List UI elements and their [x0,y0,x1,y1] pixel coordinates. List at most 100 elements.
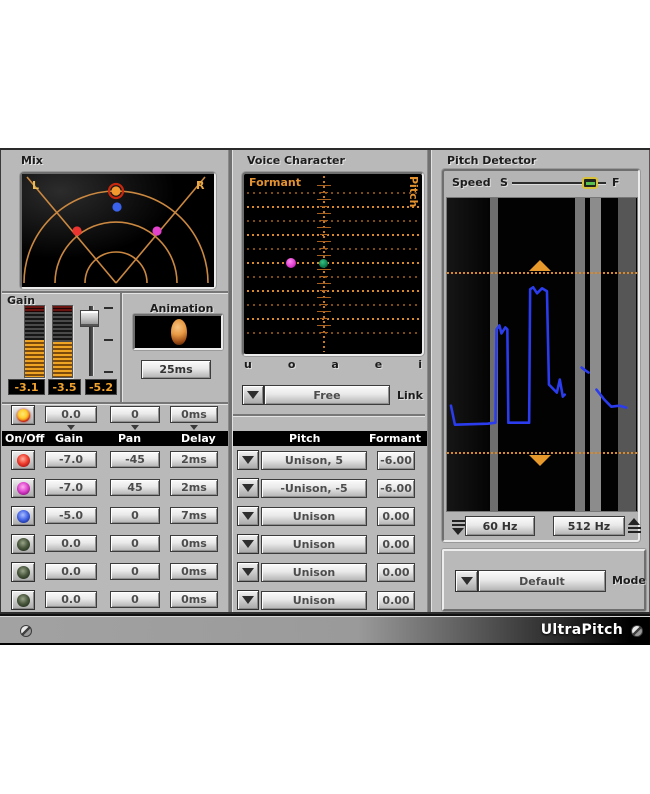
screw-icon [20,625,32,637]
mix-display[interactable]: L R [20,172,216,289]
gain-column-header: Gain [55,432,84,445]
voice-2-pan-field[interactable]: 45 [110,479,160,496]
gain-meter-right [52,305,73,378]
pitch-column-header: Pitch [289,432,321,445]
ruler-tick [320,206,328,207]
voice-character-mode-dropdown-button[interactable] [242,385,264,405]
master-led-indicator [16,408,30,422]
formant-gridline [247,304,419,306]
voice-character-display[interactable]: Formant Pitch [242,172,424,356]
voice-5-gain-field[interactable]: 0.0 [45,563,97,580]
pitch-4-field[interactable]: Unison [261,535,367,554]
chevron-down-icon [242,540,254,548]
voice-5-pan-field[interactable]: 0 [110,563,160,580]
voice-2-gain-field[interactable]: -7.0 [45,479,97,496]
voice-4-delay-field[interactable]: 0ms [170,535,218,552]
ruler-tick [317,297,331,298]
voice-6-gain-field[interactable]: 0.0 [45,591,97,608]
mix-right-channel-label: R [196,179,205,192]
gain-readout-fader: -5.2 [85,379,117,395]
formant-marker-dot[interactable] [286,258,296,268]
pitch-1-field[interactable]: Unison, 5 [261,451,367,470]
pitch-detector-display[interactable] [446,197,638,512]
formant-gridline [247,318,419,320]
slider-handle-mark [585,181,595,185]
voice-5-delay-field[interactable]: 0ms [170,563,218,580]
meter-off-segment [25,312,44,340]
pitch-2-field[interactable]: -Unison, -5 [261,479,367,498]
voice-character-mode-field[interactable]: Free [264,385,390,405]
pitch-5-field[interactable]: Unison [261,563,367,582]
pitch-3-field[interactable]: Unison [261,507,367,526]
formant-column-header: Formant [368,432,421,445]
master-pan-field[interactable]: 0 [110,406,160,423]
voice-2-led-indicator [16,481,30,495]
voice-3-gain-field[interactable]: -5.0 [45,507,97,524]
master-gain-field[interactable]: 0.0 [45,406,97,423]
pitch-2-dropdown-button[interactable] [237,478,259,498]
formant-1-field[interactable]: -6.00 [377,451,415,470]
voice-6-onoff-button[interactable] [11,590,35,610]
ruler-tick [317,185,331,186]
pitch-6-dropdown-button[interactable] [237,590,259,610]
voice-2-onoff-button[interactable] [11,478,35,498]
face-animation-graphic [171,319,187,345]
voice-6-pan-field[interactable]: 0 [110,591,160,608]
ruler-tick [317,283,331,284]
mix-left-channel-label: L [32,179,39,192]
pitch-3-dropdown-button[interactable] [237,506,259,526]
ruler-tick [320,290,328,291]
voice-1-pan-field[interactable]: -45 [110,451,160,468]
voice-2-delay-field[interactable]: 2ms [170,479,218,496]
voice-1-onoff-button[interactable] [11,450,35,470]
formant-2-field[interactable]: -6.00 [377,479,415,498]
voice-6-delay-field[interactable]: 0ms [170,591,218,608]
chevron-down-icon [242,456,254,464]
mode-dropdown-button[interactable] [455,570,478,592]
pitch-curve-main [449,285,567,427]
range-down-icon[interactable] [452,520,465,535]
voice-5-onoff-button[interactable] [11,562,35,582]
high-freq-button[interactable]: 512 Hz [553,516,625,536]
gain-fader-handle[interactable] [80,310,99,327]
chevron-down-icon [242,512,254,520]
fader-tick [104,307,113,309]
voice-4-pan-field[interactable]: 0 [110,535,160,552]
formant-4-field[interactable]: 0.00 [377,535,415,554]
formant-gridline [247,192,419,194]
voice-1-gain-field[interactable]: -7.0 [45,451,97,468]
pitch-4-dropdown-button[interactable] [237,534,259,554]
voice-4-gain-field[interactable]: 0.0 [45,535,97,552]
range-up-icon[interactable] [628,518,641,533]
master-onoff-button[interactable] [11,405,35,425]
voice-1-delay-field[interactable]: 2ms [170,451,218,468]
divider [2,402,228,404]
vowel-i: i [418,358,422,371]
pitch-6-field[interactable]: Unison [261,591,367,610]
ruler-tick [320,304,328,305]
pitch-marker-dot[interactable] [319,259,328,268]
speed-slider-handle[interactable] [582,177,598,189]
voice-3-pan-field[interactable]: 0 [110,507,160,524]
formant-3-field[interactable]: 0.00 [377,507,415,526]
ruler-tick [317,227,331,228]
mode-field[interactable]: Default [478,570,606,592]
ruler-tick [320,234,328,235]
low-freq-button[interactable]: 60 Hz [465,516,535,536]
chevron-down-icon [242,484,254,492]
pitch-5-dropdown-button[interactable] [237,562,259,582]
pitch-1-dropdown-button[interactable] [237,450,259,470]
formant-5-field[interactable]: 0.00 [377,563,415,582]
formant-gridline [247,290,419,292]
formant-6-field[interactable]: 0.00 [377,591,415,610]
voice-4-onoff-button[interactable] [11,534,35,554]
master-delay-field[interactable]: 0ms [170,406,218,423]
ruler-tick [317,255,331,256]
mix-goniometer-graphic: L R [22,174,214,287]
animation-rate-button[interactable]: 25ms [141,360,211,379]
animation-display [133,314,223,350]
mix-section-title: Mix [21,154,43,167]
voice-3-delay-field[interactable]: 7ms [170,507,218,524]
ultrapitch-plugin-window: Mix L R Gain -3.1 -3.5 -5.2 Animation 25… [0,148,650,645]
voice-3-onoff-button[interactable] [11,506,35,526]
